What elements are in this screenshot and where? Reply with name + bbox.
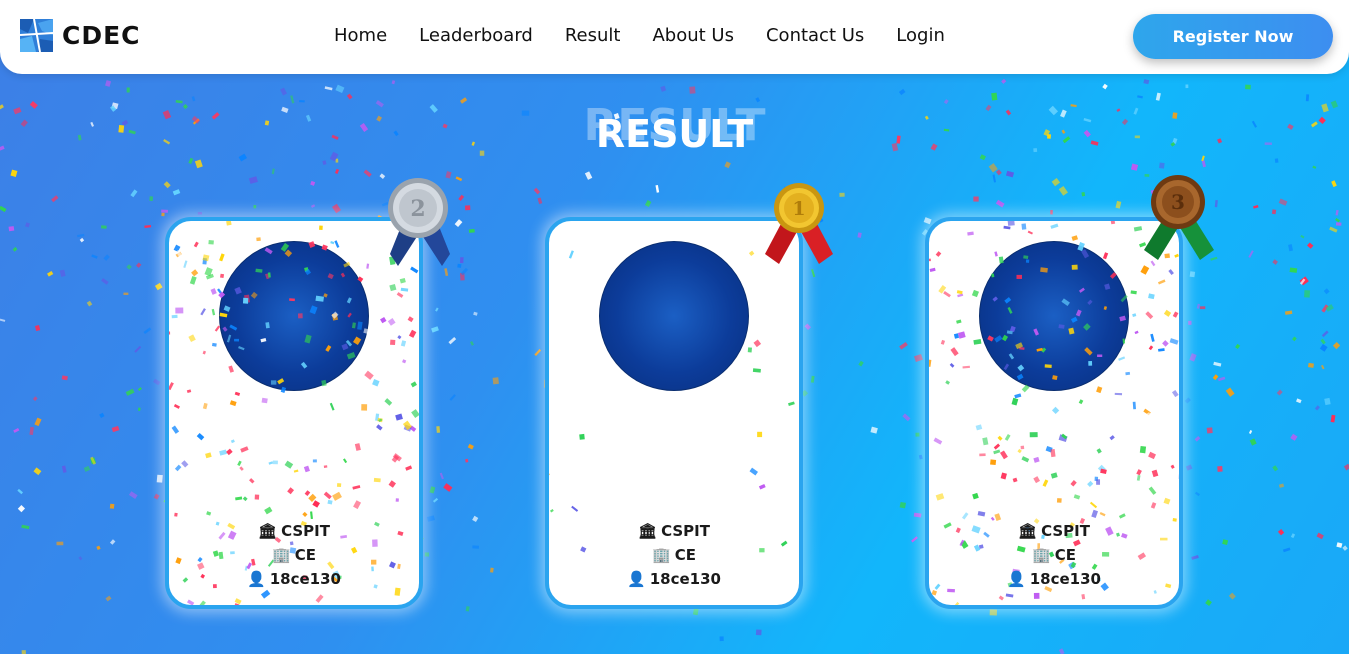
result-card-first: 🏛 CSPIT 🏢 CE 👤 18ce130	[545, 217, 803, 609]
avatar	[219, 241, 369, 391]
nav-links: Home Leaderboard Result About Us Contact…	[334, 25, 945, 46]
student-id: 18ce130	[649, 570, 721, 588]
building-icon: 🏢	[1032, 546, 1051, 564]
result-card-second: 🏛 CSPIT 🏢 CE 👤 18ce130	[165, 217, 423, 609]
navbar: CDEC Home Leaderboard Result About Us Co…	[0, 0, 1349, 74]
nav-leaderboard[interactable]: Leaderboard	[419, 25, 533, 46]
brand[interactable]: CDEC	[20, 19, 141, 52]
college-row: 🏛 CSPIT	[169, 519, 419, 543]
brand-name: CDEC	[62, 21, 141, 50]
medal-rank: 3	[1171, 190, 1185, 214]
id-badge-icon: 👤	[247, 570, 266, 588]
department-name: CE	[1054, 546, 1076, 564]
medal-rank: 1	[792, 198, 805, 220]
avatar	[979, 241, 1129, 391]
page-title-block: RESULT RESULT	[0, 100, 1349, 160]
college-row: 🏛 CSPIT	[549, 519, 799, 543]
department-name: CE	[674, 546, 696, 564]
avatar	[599, 241, 749, 391]
student-id: 18ce130	[269, 570, 341, 588]
college-name: CSPIT	[1041, 522, 1090, 540]
register-now-button[interactable]: Register Now	[1133, 14, 1333, 59]
building-icon: 🏢	[652, 546, 671, 564]
college-name: CSPIT	[281, 522, 330, 540]
page-title: RESULT	[595, 112, 754, 156]
department-row: 🏢 CE	[549, 543, 799, 567]
gold-medal-icon: 1	[765, 183, 833, 264]
department-row: 🏢 CE	[929, 543, 1179, 567]
institution-icon: 🏛	[1018, 522, 1038, 540]
cdec-logo-icon	[20, 19, 53, 52]
college-row: 🏛 CSPIT	[929, 519, 1179, 543]
id-row: 👤 18ce130	[169, 567, 419, 591]
building-icon: 🏢	[272, 546, 291, 564]
college-name: CSPIT	[661, 522, 710, 540]
nav-result[interactable]: Result	[565, 25, 621, 46]
id-badge-icon: 👤	[627, 570, 646, 588]
nav-contact-us[interactable]: Contact Us	[766, 25, 864, 46]
institution-icon: 🏛	[258, 522, 278, 540]
id-badge-icon: 👤	[1007, 570, 1026, 588]
result-card-third: 🏛 CSPIT 🏢 CE 👤 18ce130	[925, 217, 1183, 609]
nav-home[interactable]: Home	[334, 25, 387, 46]
bronze-medal-icon: 3	[1144, 175, 1214, 260]
student-id: 18ce130	[1029, 570, 1101, 588]
card-info: 🏛 CSPIT 🏢 CE 👤 18ce130	[549, 519, 799, 591]
card-info: 🏛 CSPIT 🏢 CE 👤 18ce130	[929, 519, 1179, 591]
nav-about-us[interactable]: About Us	[652, 25, 734, 46]
institution-icon: 🏛	[638, 522, 658, 540]
id-row: 👤 18ce130	[929, 567, 1179, 591]
department-row: 🏢 CE	[169, 543, 419, 567]
medal-rank: 2	[410, 196, 425, 222]
silver-medal-icon: 2	[388, 178, 450, 266]
id-row: 👤 18ce130	[549, 567, 799, 591]
card-info: 🏛 CSPIT 🏢 CE 👤 18ce130	[169, 519, 419, 591]
department-name: CE	[294, 546, 316, 564]
nav-login[interactable]: Login	[896, 25, 945, 46]
